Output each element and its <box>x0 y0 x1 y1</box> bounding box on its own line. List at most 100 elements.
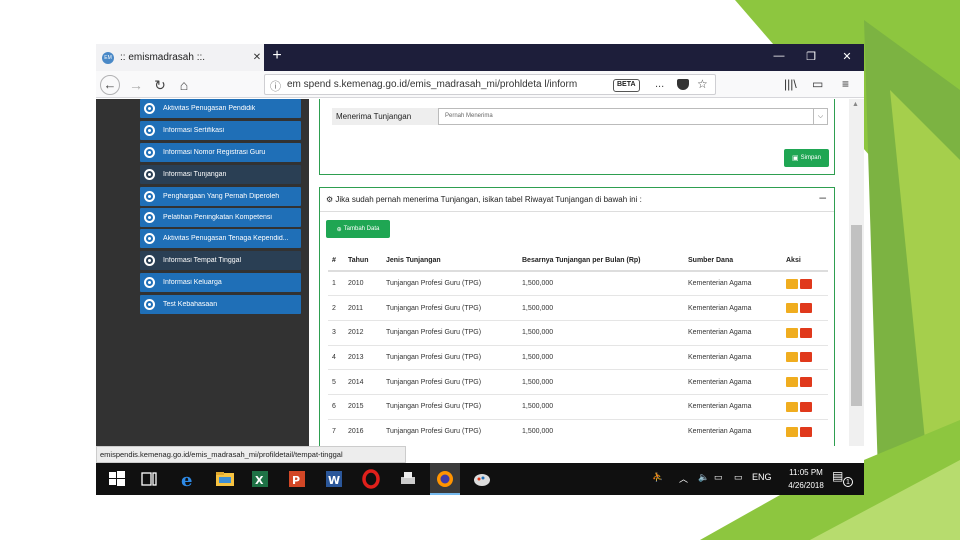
edit-icon[interactable] <box>786 352 798 363</box>
sidebar-item-informasi-nomor-registrasi-guru[interactable]: Informasi Nomor Registrasi Guru <box>140 143 301 162</box>
column-header: Jenis Tunjangan <box>382 251 518 272</box>
sidebar-item-informasi-sertifikasi[interactable]: Informasi Sertifikasi <box>140 121 301 140</box>
paint-app-icon[interactable] <box>471 468 493 490</box>
battery-icon[interactable]: ▭ <box>734 472 743 483</box>
favicon-icon: EM <box>102 51 114 64</box>
library-icon[interactable]: |||\ <box>784 77 797 91</box>
word-icon[interactable]: W <box>323 468 345 490</box>
delete-icon[interactable] <box>800 401 812 412</box>
delete-icon[interactable] <box>800 426 812 437</box>
volume-icon[interactable]: 🔈 <box>698 472 709 483</box>
column-header: Sumber Dana <box>684 251 782 272</box>
cell-no: 3 <box>328 319 344 346</box>
cell-no: 6 <box>328 393 344 420</box>
delete-icon[interactable] <box>800 352 812 363</box>
table-row: 5 2014 Tunjangan Profesi Guru (TPG) 1,50… <box>328 369 828 395</box>
sidebar-item-label: Aktivitas Penugasan Pendidik <box>163 105 256 112</box>
restore-icon[interactable]: ❐ <box>804 50 818 63</box>
scrollbar-thumb[interactable] <box>851 225 862 406</box>
collapse-icon[interactable]: – <box>819 190 826 204</box>
sidebar-item-informasi-tempat-tinggal[interactable]: Informasi Tempat Tinggal <box>140 251 301 270</box>
sidebar-item-aktivitas-penugasan-pendidik[interactable]: Aktivitas Penugasan Pendidik <box>140 99 301 118</box>
cell-besar: 1,500,000 <box>518 418 684 444</box>
delete-icon[interactable] <box>800 278 812 289</box>
menu-icon[interactable]: ≡ <box>842 77 849 91</box>
edit-icon[interactable] <box>786 401 798 412</box>
cell-sumber: Kementerian Agama <box>684 369 782 395</box>
edge-browser-icon[interactable]: e <box>178 468 200 490</box>
reload-icon[interactable]: ↻ <box>150 75 170 95</box>
network-icon[interactable]: ▭ <box>714 472 723 483</box>
vertical-scrollbar[interactable]: ▲ <box>849 99 864 446</box>
cell-besar: 1,500,000 <box>518 393 684 420</box>
sidebar-item-pelatihan[interactable]: Pelatihan Peningkatan Kompetensi <box>140 208 301 227</box>
back-arrow-icon[interactable]: ← <box>100 75 120 95</box>
cell-jenis: Tunjangan Profesi Guru (TPG) <box>382 270 518 296</box>
simpan-button[interactable]: ▣ Simpan <box>784 149 829 167</box>
language-indicator[interactable]: ENG <box>752 472 772 482</box>
taskbar-clock[interactable]: 11:05 PM 4/26/2018 <box>776 466 836 492</box>
svg-text:e: e <box>181 470 192 490</box>
save-icon: ▣ <box>792 155 799 162</box>
tray-chevron-up-icon[interactable]: ︿ <box>679 472 688 485</box>
reader-beta-badge[interactable]: BETA <box>613 79 640 92</box>
chevron-down-icon[interactable]: ⌵ <box>813 109 827 124</box>
menerima-tunjangan-label: Menerima Tunjangan <box>332 108 438 125</box>
pocket-icon[interactable] <box>677 79 689 90</box>
delete-icon[interactable] <box>800 303 812 314</box>
browser-tab-bar: EM :: emismadrasah ::. ✕ + — ❐ ✕ <box>96 44 864 71</box>
table-row: 1 2010 Tunjangan Profesi Guru (TPG) 1,50… <box>328 270 828 296</box>
close-tab-icon[interactable]: ✕ <box>250 52 264 63</box>
task-view-icon[interactable] <box>138 468 160 490</box>
opera-icon[interactable] <box>360 468 382 490</box>
delete-icon[interactable] <box>800 327 812 338</box>
simpan-label: Simpan <box>800 155 821 161</box>
cell-sumber: Kementerian Agama <box>684 344 782 370</box>
sidebar-item-informasi-tunjangan[interactable]: Informasi Tunjangan <box>140 165 301 184</box>
close-window-icon[interactable]: ✕ <box>840 50 854 63</box>
page-actions-icon[interactable]: ... <box>655 78 664 90</box>
edit-icon[interactable] <box>786 278 798 289</box>
table-row: 7 2016 Tunjangan Profesi Guru (TPG) 1,50… <box>328 418 828 444</box>
cell-tahun: 2010 <box>344 270 382 296</box>
people-icon[interactable]: ⛹ <box>652 472 663 483</box>
sidebar-item-aktivitas-penugasan-tenaga[interactable]: Aktivitas Penugasan Tenaga Kependid... <box>140 229 301 248</box>
url-text[interactable]: em spend s.kemenag.go.id/emis_madrasah_m… <box>287 79 587 90</box>
edit-icon[interactable] <box>786 377 798 388</box>
edit-icon[interactable] <box>786 327 798 338</box>
forward-arrow-icon[interactable]: → <box>126 75 146 95</box>
delete-icon[interactable] <box>800 377 812 388</box>
cell-sumber: Kementerian Agama <box>684 295 782 321</box>
column-header: Tahun <box>344 251 382 272</box>
firefox-icon[interactable] <box>434 468 456 490</box>
sidebar-item-informasi-keluarga[interactable]: Informasi Keluarga <box>140 273 301 292</box>
url-bar[interactable]: ⓘ em spend s.kemenag.go.id/emis_madrasah… <box>264 74 716 95</box>
edit-icon[interactable] <box>786 426 798 437</box>
sidebar-item-penghargaan[interactable]: Penghargaan Yang Pernah Diperoleh <box>140 187 301 206</box>
action-center-icon[interactable]: ▤ <box>832 469 843 483</box>
menerima-tunjangan-select[interactable]: Pernah Menerima ⌵ <box>438 108 828 125</box>
powerpoint-icon[interactable]: P <box>286 468 308 490</box>
circle-icon <box>144 212 155 223</box>
cell-tahun: 2014 <box>344 369 382 395</box>
cell-tahun: 2011 <box>344 295 382 321</box>
windows-start-icon[interactable] <box>106 468 128 490</box>
cell-jenis: Tunjangan Profesi Guru (TPG) <box>382 393 518 420</box>
cell-sumber: Kementerian Agama <box>684 319 782 346</box>
tambah-data-button[interactable]: ⊕ Tambah Data <box>326 220 390 238</box>
home-icon[interactable]: ⌂ <box>174 75 194 95</box>
info-icon[interactable]: ⓘ <box>270 78 281 94</box>
minimize-icon[interactable]: — <box>772 50 786 62</box>
scroll-up-icon[interactable]: ▲ <box>852 101 859 108</box>
sidebar-item-test-kebahasaan[interactable]: Test Kebahasaan <box>140 295 301 314</box>
sidebar-toggle-icon[interactable]: ▭ <box>812 77 823 91</box>
bookmark-star-icon[interactable]: ☆ <box>697 77 708 91</box>
excel-icon[interactable]: X <box>249 468 271 490</box>
new-tab-icon[interactable]: + <box>268 47 286 65</box>
edit-icon[interactable] <box>786 303 798 314</box>
file-explorer-icon[interactable] <box>214 468 236 490</box>
cell-besar: 1,500,000 <box>518 369 684 395</box>
printer-app-icon[interactable] <box>397 468 419 490</box>
browser-tab[interactable]: EM :: emismadrasah ::. ✕ <box>96 44 264 71</box>
cell-aksi <box>782 319 828 346</box>
